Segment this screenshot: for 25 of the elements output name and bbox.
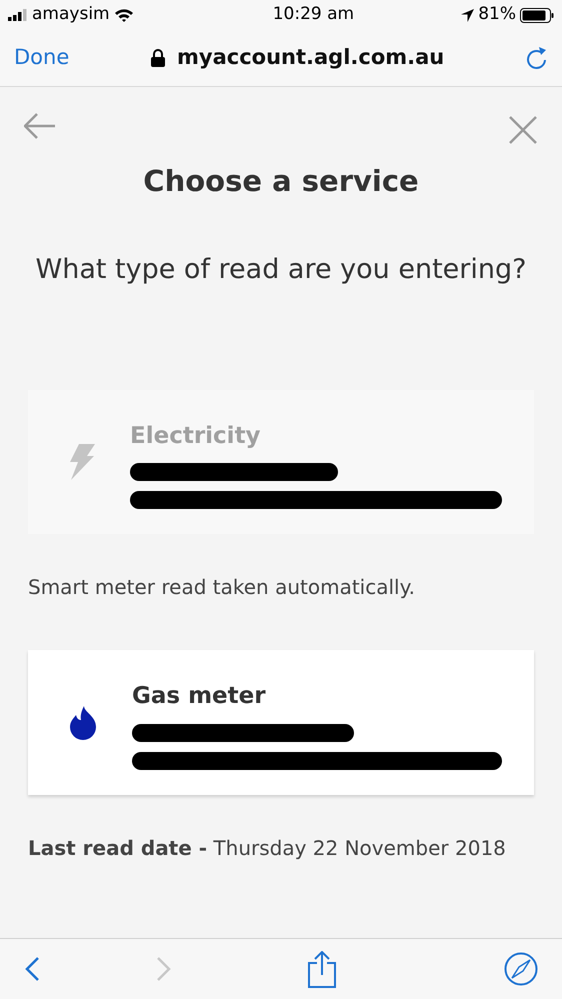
service-note: Smart meter read taken automatically. [28, 574, 416, 601]
done-button[interactable]: Done [14, 42, 70, 74]
clock-time: 10:29 am [272, 3, 354, 26]
service-name: Electricity [130, 422, 262, 451]
flame-icon [70, 706, 96, 740]
carrier-name: amaysim [32, 3, 110, 26]
service-card[interactable]: Gas meter [28, 650, 534, 795]
service-note: Last read date - Thursday 22 November 2018 [28, 835, 507, 862]
back-chevron-icon[interactable] [24, 956, 40, 982]
reload-icon[interactable] [526, 46, 548, 70]
back-arrow-icon[interactable] [24, 113, 56, 139]
service-name: Gas meter [132, 682, 267, 712]
close-icon[interactable] [508, 115, 538, 145]
battery-percent: 81% [478, 3, 516, 26]
signal-icon [8, 9, 28, 21]
wifi-icon [114, 8, 134, 22]
lightning-bolt-icon [69, 444, 95, 480]
location-arrow-icon [461, 8, 474, 22]
lock-icon [151, 49, 166, 67]
question-text: What type of read are you entering? [34, 252, 528, 286]
url-text[interactable]: myaccount.agl.com.au [177, 42, 444, 74]
share-icon[interactable] [308, 950, 336, 988]
compass-icon[interactable] [504, 952, 538, 986]
page-title: Choose a service [142, 163, 420, 200]
battery-icon [520, 8, 554, 22]
